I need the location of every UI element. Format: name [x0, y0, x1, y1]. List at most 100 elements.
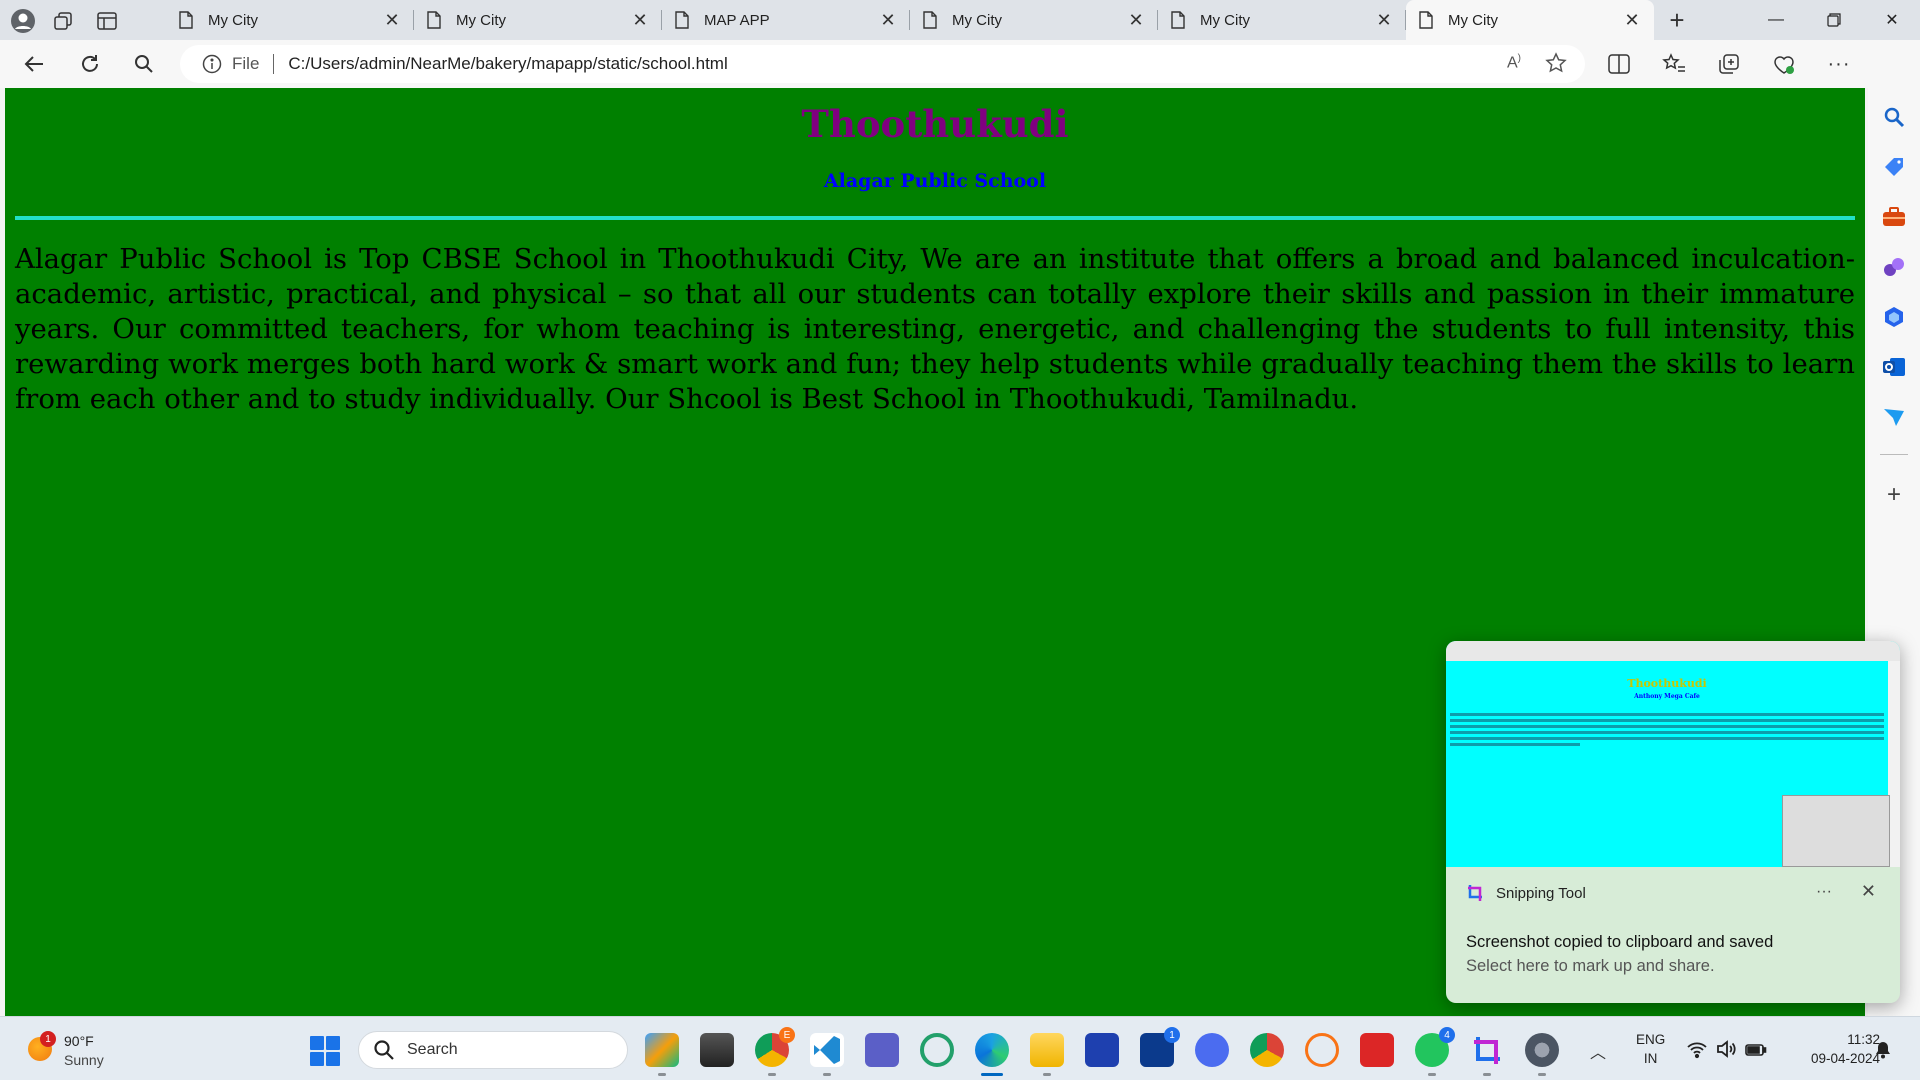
close-icon[interactable]: ✕	[630, 10, 650, 30]
url-text[interactable]: C:/Users/admin/NearMe/bakery/mapapp/stat…	[288, 54, 727, 74]
collections-icon[interactable]	[1714, 49, 1744, 79]
wps-app-icon[interactable]	[1360, 1033, 1394, 1067]
preview-heading: Thoothukudi	[1627, 677, 1707, 690]
minimize-button[interactable]: —	[1748, 0, 1804, 40]
screenshot-preview[interactable]: Thoothukudi Anthony Mega Cafe	[1446, 641, 1900, 867]
start-button[interactable]	[310, 1036, 340, 1066]
copilot-pre-app-icon[interactable]	[645, 1033, 679, 1076]
weather-badge: 1	[40, 1031, 56, 1047]
school-description: Alagar Public School is Top CBSE School …	[15, 243, 1855, 416]
close-icon[interactable]: ✕	[878, 10, 898, 30]
tab-5[interactable]: My City ✕	[1158, 0, 1406, 40]
close-icon[interactable]: ✕	[1861, 881, 1876, 902]
restore-button[interactable]	[1806, 0, 1862, 40]
page-title: Thoothukudi	[801, 102, 1069, 146]
search-placeholder: Search	[407, 1041, 458, 1058]
new-tab-button[interactable]: +	[1660, 4, 1694, 36]
read-aloud-icon[interactable]: A)	[1507, 53, 1521, 72]
triangle-app-icon[interactable]	[1195, 1033, 1229, 1067]
info-icon[interactable]	[202, 54, 222, 74]
teams-app-icon[interactable]	[865, 1033, 899, 1067]
close-icon[interactable]: ✕	[1622, 10, 1642, 30]
tab-1[interactable]: My City ✕	[166, 0, 414, 40]
microsoft-365-icon[interactable]	[1879, 302, 1909, 332]
notification-bell-icon[interactable]	[1874, 1041, 1892, 1059]
favorite-star-icon[interactable]	[1545, 52, 1567, 74]
tab-4[interactable]: My City ✕	[910, 0, 1158, 40]
refresh-button[interactable]	[72, 47, 108, 81]
edge-app-icon[interactable]	[975, 1033, 1009, 1076]
tab-label: MAP APP	[704, 11, 770, 29]
notification-title: Screenshot copied to clipboard and saved	[1466, 933, 1774, 951]
clock[interactable]: 11:32 09-04-2024	[1806, 1030, 1880, 1068]
tab-6-active[interactable]: My City ✕	[1406, 0, 1654, 40]
weather-condition: Sunny	[64, 1052, 104, 1068]
favorites-icon[interactable]	[1659, 49, 1689, 79]
tab-actions-icon[interactable]	[90, 4, 124, 38]
preview-browser-bar	[1446, 641, 1900, 661]
more-options-icon[interactable]: ···	[1824, 49, 1854, 79]
chrome-e-app-icon[interactable]: E	[755, 1027, 795, 1076]
notification-body: Select here to mark up and share.	[1466, 957, 1715, 975]
page-icon	[427, 11, 441, 29]
send-icon[interactable]	[1879, 402, 1909, 432]
preview-text-line	[1450, 731, 1884, 734]
shopping-tag-icon[interactable]	[1879, 152, 1909, 182]
file-explorer-app-icon[interactable]	[700, 1033, 734, 1067]
search-icon[interactable]	[1879, 102, 1909, 132]
snipping-tool-icon	[1468, 885, 1482, 901]
preview-text-line	[1450, 725, 1884, 728]
search-icon[interactable]	[126, 47, 162, 81]
tab-label: My City	[952, 11, 1002, 29]
taskbar-search[interactable]: Search	[358, 1031, 628, 1069]
folder-app-icon[interactable]	[1030, 1033, 1064, 1076]
workspaces-icon[interactable]	[46, 4, 80, 38]
snipping-tool-notification[interactable]: Thoothukudi Anthony Mega Cafe Snipping T…	[1446, 641, 1900, 1003]
store-app-icon[interactable]	[1085, 1033, 1119, 1067]
close-window-button[interactable]: ✕	[1864, 0, 1920, 40]
volume-icon[interactable]	[1715, 1039, 1737, 1059]
close-icon[interactable]: ✕	[1374, 10, 1394, 30]
close-icon[interactable]: ✕	[382, 10, 402, 30]
profile-icon[interactable]	[6, 4, 40, 38]
address-bar[interactable]: File C:/Users/admin/NearMe/bakery/mapapp…	[180, 45, 1585, 83]
app-badge: E	[779, 1027, 795, 1043]
more-options-icon[interactable]: ···	[1816, 883, 1832, 901]
outlook-icon[interactable]	[1879, 352, 1909, 382]
page-icon	[1419, 11, 1433, 29]
battery-icon[interactable]	[1745, 1039, 1767, 1059]
chrome-app-icon[interactable]	[1250, 1033, 1284, 1067]
language-indicator[interactable]: ENG IN	[1636, 1030, 1665, 1068]
whatsapp-app-icon[interactable]: 4	[1415, 1027, 1455, 1076]
page-subtitle: Alagar Public School	[823, 170, 1047, 193]
preview-text-line	[1450, 743, 1580, 746]
settings-app-icon[interactable]	[1525, 1033, 1559, 1076]
tab-label: My City	[1200, 11, 1250, 29]
weather-widget[interactable]: 1 90°F Sunny	[26, 1031, 136, 1071]
wifi-icon[interactable]	[1686, 1039, 1708, 1059]
back-button[interactable]	[16, 47, 52, 81]
clock-date: 09-04-2024	[1810, 1051, 1880, 1066]
browser-essentials-icon[interactable]	[1769, 49, 1799, 79]
notification-header: Snipping Tool ··· ✕	[1446, 867, 1900, 919]
browser-toolbar: File C:/Users/admin/NearMe/bakery/mapapp…	[0, 40, 1920, 120]
close-icon[interactable]: ✕	[1126, 10, 1146, 30]
chevron-up-icon[interactable]: ︿	[1590, 1039, 1606, 1063]
tab-2[interactable]: My City ✕	[414, 0, 662, 40]
games-icon[interactable]	[1879, 252, 1909, 282]
circle-app-icon[interactable]	[920, 1033, 954, 1067]
tab-3[interactable]: MAP APP ✕	[662, 0, 910, 40]
l-app-icon[interactable]: 1	[1140, 1027, 1180, 1067]
snipping-tool-app-icon[interactable]	[1470, 1033, 1504, 1076]
split-screen-icon[interactable]	[1604, 49, 1634, 79]
tab-label: My City	[456, 11, 506, 29]
clock-time: 11:32	[1847, 1032, 1880, 1047]
windows-taskbar: 1 90°F Sunny Search E 1 4 ︿ ENG IN 11:32…	[0, 1016, 1920, 1080]
preview-subheading: Anthony Mega Cafe	[1634, 693, 1700, 700]
orange-app-icon[interactable]	[1305, 1033, 1339, 1067]
tools-briefcase-icon[interactable]	[1879, 202, 1909, 232]
vscode-app-icon[interactable]	[810, 1033, 844, 1076]
tab-label: My City	[1448, 11, 1498, 29]
app-badge: 1	[1164, 1027, 1180, 1043]
add-icon[interactable]: +	[1879, 480, 1909, 510]
